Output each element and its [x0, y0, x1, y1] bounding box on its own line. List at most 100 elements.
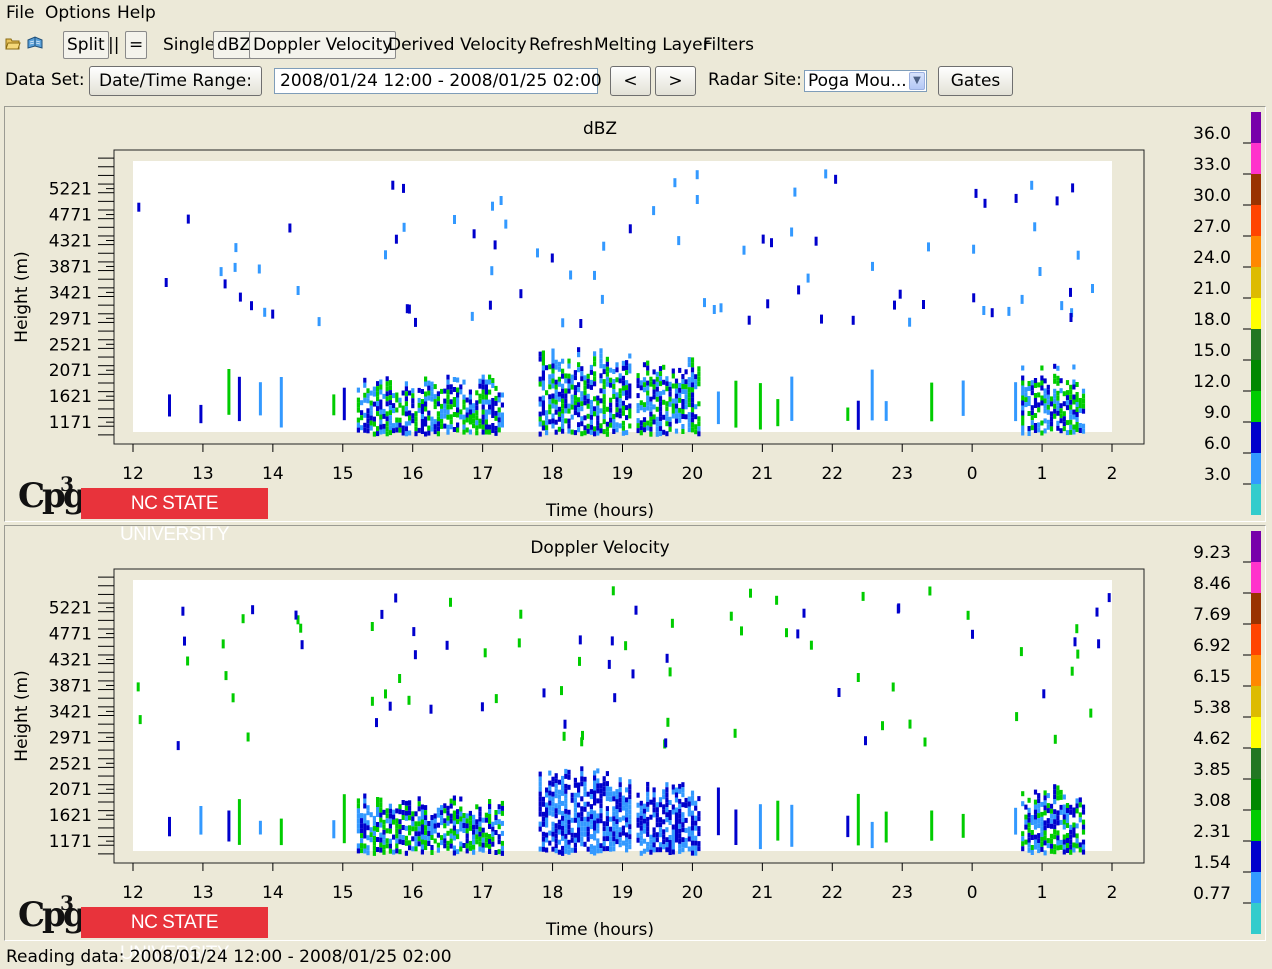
- echo-cell: [388, 430, 392, 436]
- echo-cell: [1033, 222, 1037, 232]
- echo-cell: [580, 811, 584, 817]
- echo-cell: [625, 430, 629, 436]
- echo-cell: [618, 807, 622, 813]
- echo-cell: [639, 830, 643, 836]
- echo-cell: [538, 781, 542, 787]
- echo-cell: [610, 636, 614, 646]
- echo-cell: [697, 371, 701, 377]
- echo-cell: [580, 416, 584, 422]
- echo-cell: [697, 381, 701, 387]
- echo-cell: [674, 388, 679, 394]
- echo-cell: [642, 382, 647, 388]
- echo-cell: [615, 367, 619, 373]
- echo-cell: [446, 379, 450, 385]
- echo-cell: [554, 808, 558, 814]
- echo-cell: [678, 808, 682, 814]
- echo-cell: [388, 395, 392, 401]
- echo-cell: [452, 800, 456, 806]
- echo-cell: [593, 351, 597, 357]
- echo-cell: [472, 413, 476, 419]
- echo-cell: [1107, 593, 1111, 603]
- echo-cell: [414, 426, 418, 432]
- echo-cell: [366, 428, 370, 434]
- echo-cell: [618, 797, 622, 803]
- echo-cell: [554, 793, 558, 799]
- echo-cell: [674, 822, 679, 828]
- echo-cell: [694, 835, 698, 841]
- echo-cell: [646, 826, 650, 832]
- echo-cell: [1024, 387, 1028, 393]
- echo-cell: [224, 671, 228, 681]
- echo-cell: [621, 390, 625, 396]
- echo-cell: [665, 401, 669, 407]
- echo-cell: [618, 388, 622, 394]
- echo-cell: [404, 391, 408, 397]
- echo-cell: [401, 390, 405, 396]
- echo-cell: [674, 787, 679, 793]
- echo-cell: [671, 789, 675, 795]
- x-tick-label: 15: [332, 883, 354, 903]
- echo-cell: [681, 822, 685, 828]
- echo-cell: [475, 415, 479, 421]
- echo-cell: [388, 425, 392, 431]
- echo-cell: [456, 829, 460, 835]
- echo-cell: [577, 412, 581, 418]
- echo-cell: [665, 792, 669, 798]
- echo-cell: [388, 823, 392, 829]
- echo-cell: [625, 360, 629, 366]
- echo-cell: [615, 814, 619, 820]
- echo-cell: [478, 816, 482, 822]
- echo-cell: [646, 395, 650, 401]
- echo-cell: [621, 425, 625, 431]
- echo-cell: [1030, 425, 1034, 431]
- echo-cell: [372, 820, 376, 826]
- echo-cell: [446, 805, 450, 811]
- echo-cell: [697, 841, 701, 847]
- echo-cell: [279, 377, 283, 428]
- echo-cell: [586, 826, 590, 832]
- echo-cell: [605, 431, 609, 437]
- echo-cell: [684, 379, 688, 385]
- echo-cell: [424, 421, 428, 427]
- colorbar-segment: [1251, 841, 1261, 872]
- y-tick-label: 3871: [49, 257, 92, 277]
- echo-cell: [404, 431, 408, 437]
- echo-cell: [462, 813, 466, 818]
- echo-cell: [583, 390, 587, 396]
- echo-cell: [586, 836, 590, 842]
- echo-cell: [411, 398, 415, 404]
- echo-cell: [363, 813, 367, 819]
- echo-cell: [462, 394, 466, 400]
- echo-cell: [583, 400, 587, 406]
- echo-cell: [372, 431, 376, 437]
- echo-cell: [481, 404, 485, 410]
- echo-cell: [541, 370, 545, 376]
- echo-cell: [618, 817, 622, 823]
- echo-cell: [382, 393, 386, 399]
- echo-cell: [618, 832, 622, 838]
- echo-cell: [615, 819, 619, 825]
- echo-cell: [636, 428, 640, 434]
- echo-cell: [586, 846, 590, 852]
- echo-cell: [404, 381, 408, 387]
- echo-cell: [684, 797, 688, 803]
- echo-cell: [636, 383, 640, 389]
- echo-cell: [658, 817, 663, 823]
- echo-cell: [636, 802, 640, 808]
- echo-cell: [481, 832, 485, 838]
- echo-cell: [1072, 384, 1076, 390]
- echo-cell: [578, 635, 582, 645]
- echo-cell: [392, 849, 396, 855]
- echo-cell: [678, 833, 682, 839]
- echo-cell: [494, 410, 498, 416]
- echo-cell: [388, 848, 392, 854]
- echo-cell: [449, 384, 453, 390]
- echo-cell: [583, 826, 587, 832]
- echo-cell: [1056, 815, 1060, 821]
- echo-cell: [427, 410, 431, 416]
- echo-cell: [586, 791, 590, 797]
- echo-cell: [478, 826, 482, 832]
- echo-cell: [452, 845, 456, 851]
- echo-cell: [398, 804, 402, 810]
- echo-cell: [478, 846, 482, 852]
